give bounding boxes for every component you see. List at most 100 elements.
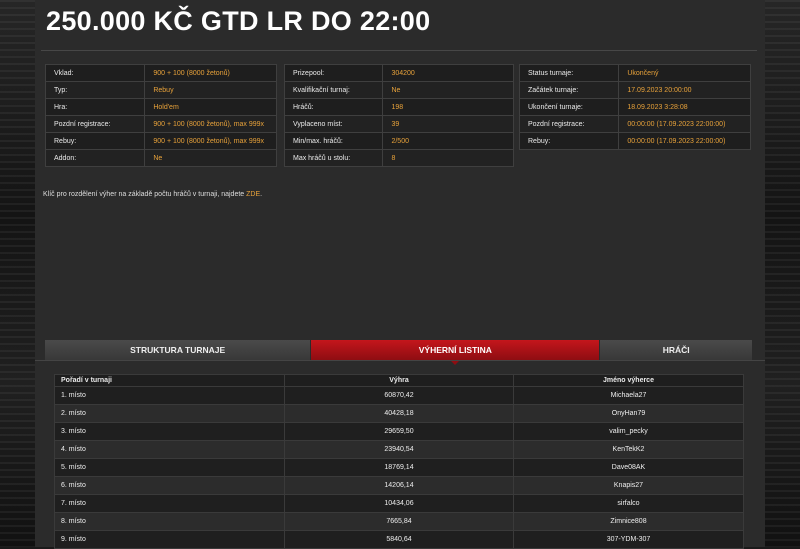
info-mid-value: 8 <box>382 149 514 167</box>
info-left-label: Pozdní registrace: <box>44 115 146 133</box>
info-mid-value: 304200 <box>382 64 514 82</box>
winners-row: 7. místo 10434,06 sirfalco <box>54 494 744 513</box>
info-mid-label: Kvalifikační turnaj: <box>283 81 384 99</box>
payout-key-text: Klíč pro rozdělení výher na základě počt… <box>43 191 247 198</box>
info-right-label: Ukončení turnaje: <box>518 98 620 116</box>
tab-players[interactable]: HRÁČI <box>600 340 752 360</box>
info-right-value: 00:00:00 (17.09.2023 22:00:00) <box>618 115 751 133</box>
winners-row: 6. místo 14206,14 Knapis27 <box>54 476 744 495</box>
rank-cell: 6. místo <box>54 476 285 495</box>
tab-tournament-structure[interactable]: STRUKTURA TURNAJE <box>45 340 312 360</box>
payout-key-link[interactable]: ZDE <box>246 191 260 198</box>
main-panel: 250.000 KČ GTD LR DO 22:00 Vklad: 900 + 1… <box>35 0 765 549</box>
info-mid-value: 198 <box>382 98 514 116</box>
side-decoration-left <box>0 0 35 547</box>
info-left-row: Hra: Hold'em <box>44 98 277 116</box>
winner-name-cell: sirfalco <box>513 494 744 513</box>
info-left-row: Pozdní registrace: 900 + 100 (8000 žetonů… <box>44 115 277 133</box>
info-mid-label: Vyplaceno míst: <box>283 115 384 133</box>
header-winner-name: Jméno výherce <box>513 374 744 387</box>
info-right-value: 17.09.2023 20:00:00 <box>618 81 751 99</box>
info-left-row: Vklad: 900 + 100 (8000 žetonů) <box>44 64 277 82</box>
info-left-value: Rebuy <box>144 81 277 99</box>
info-right-row: Ukončení turnaje: 18.09.2023 3:28:08 <box>518 98 751 116</box>
info-right-value: Ukončený <box>618 64 751 82</box>
prize-cell: 23940,54 <box>284 440 514 459</box>
info-left-row: Typ: Rebuy <box>44 81 277 99</box>
tab-bar: STRUKTURA TURNAJE VÝHERNÍ LISTINA HRÁČI <box>45 340 752 365</box>
info-mid-label: Prizepool: <box>283 64 384 82</box>
payout-key-end: . <box>260 191 263 198</box>
info-right-label: Začátek turnaje: <box>518 81 620 99</box>
title-divider <box>41 50 757 51</box>
info-mid-row: Hráčů: 198 <box>283 98 514 116</box>
rank-cell: 1. místo <box>54 386 285 405</box>
info-mid-value: 39 <box>382 115 514 133</box>
info-mid-label: Min/max. hráčů: <box>283 132 384 150</box>
info-mid-row: Prizepool: 304200 <box>283 64 514 82</box>
winners-row: 1. místo 60870,42 Michaela27 <box>54 386 744 405</box>
info-left-value: 900 + 100 (8000 žetonů), max 999x <box>144 132 277 150</box>
winner-name-cell: Zimnice808 <box>513 512 744 531</box>
winners-row: 9. místo 5840,64 307-YDM-307 <box>54 530 744 549</box>
winners-row: 8. místo 7665,84 Zimnice808 <box>54 512 744 531</box>
prize-cell: 7665,84 <box>284 512 514 531</box>
winner-name-cell: Knapis27 <box>513 476 744 495</box>
info-left-label: Addon: <box>44 149 146 167</box>
prize-cell: 14206,14 <box>284 476 514 495</box>
info-mid-value: Ne <box>382 81 514 99</box>
info-mid-row: Min/max. hráčů: 2/500 <box>283 132 514 150</box>
info-right-label: Rebuy: <box>518 132 620 150</box>
winners-header-row: Pořadí v turnaji Výhra Jméno výherce <box>54 374 744 387</box>
info-left-label: Vklad: <box>44 64 146 82</box>
winners-row: 5. místo 18769,14 Dave08AK <box>54 458 744 477</box>
info-left-row: Addon: Ne <box>44 149 277 167</box>
info-left-value: Ne <box>144 149 277 167</box>
rank-cell: 3. místo <box>54 422 285 441</box>
winner-name-cell: KenTekK2 <box>513 440 744 459</box>
payout-key-note: Klíč pro rozdělení výher na základě počt… <box>43 191 262 198</box>
page-title: 250.000 KČ GTD LR DO 22:00 <box>46 6 431 36</box>
prize-cell: 60870,42 <box>284 386 514 405</box>
winner-name-cell: Michaela27 <box>513 386 744 405</box>
winners-row: 2. místo 40428,18 OnyHan79 <box>54 404 744 423</box>
prize-cell: 18769,14 <box>284 458 514 477</box>
info-right-row: Rebuy: 00:00:00 (17.09.2023 22:00:00) <box>518 132 751 150</box>
info-left-label: Hra: <box>44 98 146 116</box>
info-right-label: Pozdní registrace: <box>518 115 620 133</box>
winner-name-cell: valim_pecky <box>513 422 744 441</box>
rank-cell: 9. místo <box>54 530 285 549</box>
prize-cell: 10434,06 <box>284 494 514 513</box>
info-left-row: Rebuy: 900 + 100 (8000 žetonů), max 999x <box>44 132 277 150</box>
info-table-middle: Prizepool: 304200 Kvalifikační turnaj: Ne Hr… <box>283 64 514 167</box>
prize-cell: 40428,18 <box>284 404 514 423</box>
info-left-value: Hold'em <box>144 98 277 116</box>
rank-cell: 4. místo <box>54 440 285 459</box>
info-left-value: 900 + 100 (8000 žetonů), max 999x <box>144 115 277 133</box>
info-mid-row: Kvalifikační turnaj: Ne <box>283 81 514 99</box>
header-prize: Výhra <box>284 374 514 387</box>
winner-name-cell: 307-YDM-307 <box>513 530 744 549</box>
info-right-value: 18.09.2023 3:28:08 <box>618 98 751 116</box>
header-rank: Pořadí v turnaji <box>54 374 285 387</box>
prize-cell: 5840,64 <box>284 530 514 549</box>
info-mid-label: Max hráčů u stolu: <box>283 149 384 167</box>
rank-cell: 7. místo <box>54 494 285 513</box>
winner-name-cell: OnyHan79 <box>513 404 744 423</box>
rank-cell: 5. místo <box>54 458 285 477</box>
rank-cell: 2. místo <box>54 404 285 423</box>
info-table-right: Status turnaje: Ukončený Začátek turnaje: 1… <box>518 64 751 150</box>
info-mid-row: Max hráčů u stolu: 8 <box>283 149 514 167</box>
info-right-value: 00:00:00 (17.09.2023 22:00:00) <box>618 132 751 150</box>
info-mid-value: 2/500 <box>382 132 514 150</box>
side-decoration-right <box>765 0 800 547</box>
tab-winners-list[interactable]: VÝHERNÍ LISTINA <box>311 340 601 365</box>
tab-underline <box>35 360 765 361</box>
info-right-row: Začátek turnaje: 17.09.2023 20:00:00 <box>518 81 751 99</box>
winners-table: Pořadí v turnaji Výhra Jméno výherce 1. … <box>54 374 744 549</box>
info-mid-label: Hráčů: <box>283 98 384 116</box>
info-right-row: Pozdní registrace: 00:00:00 (17.09.2023 2… <box>518 115 751 133</box>
winner-name-cell: Dave08AK <box>513 458 744 477</box>
info-right-label: Status turnaje: <box>518 64 620 82</box>
info-left-label: Rebuy: <box>44 132 146 150</box>
